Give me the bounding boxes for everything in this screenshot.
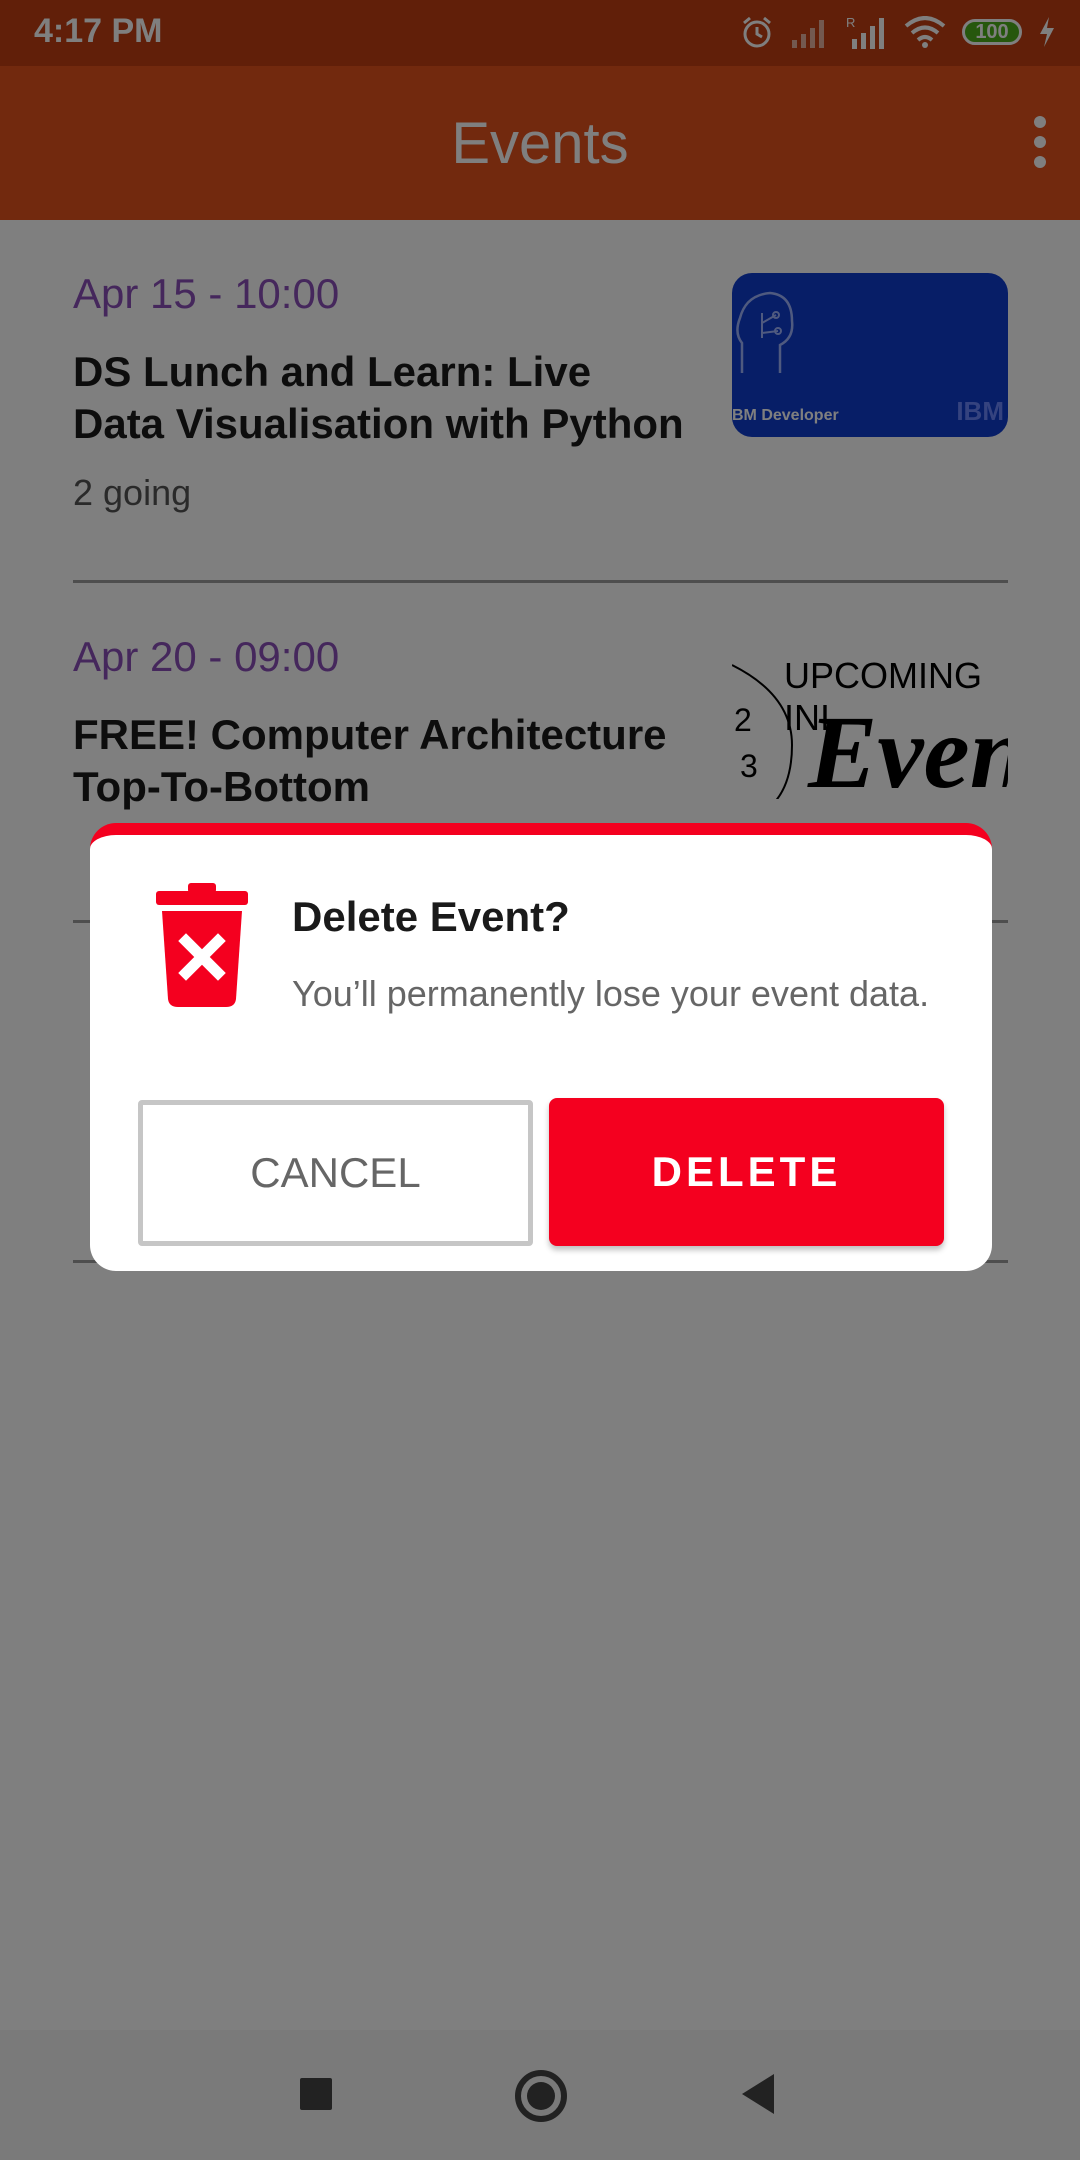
cancel-button[interactable]: CANCEL bbox=[138, 1100, 533, 1246]
delete-button[interactable]: DELETE bbox=[549, 1098, 944, 1246]
dialog-message: You’ll permanently lose your event data. bbox=[292, 973, 930, 1014]
dialog-title: Delete Event? bbox=[292, 893, 570, 940]
trash-delete-icon bbox=[156, 883, 248, 1007]
delete-event-dialog: Delete Event? You’ll permanently lose yo… bbox=[90, 823, 992, 1271]
